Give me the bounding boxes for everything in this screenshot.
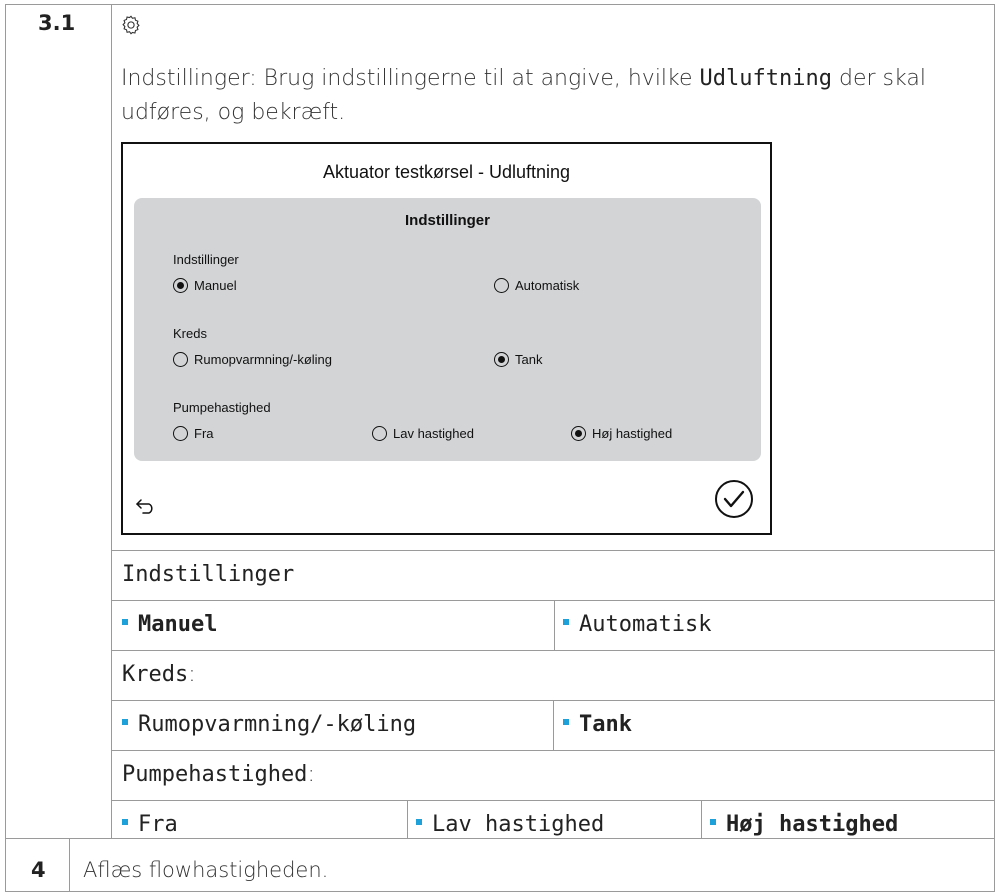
option-tank: Tank xyxy=(563,712,632,737)
screen-title: Aktuator testkørsel - Udluftning xyxy=(322,162,571,182)
radio-selected-icon xyxy=(173,278,188,293)
radio-lav-hastighed[interactable]: Lav hastighed xyxy=(372,426,474,441)
radio-unselected-icon xyxy=(494,278,509,293)
step-number: 3.1 xyxy=(38,11,76,35)
gear-icon xyxy=(122,15,140,35)
radio-rumopvarmning[interactable]: Rumopvarmning/-køling xyxy=(173,352,332,367)
bullet-icon xyxy=(563,619,569,625)
step-instruction: Aflæs flowhastigheden. xyxy=(83,858,329,882)
step-number: 4 xyxy=(31,858,46,882)
option-manuel: Manuel xyxy=(122,612,217,637)
row-divider xyxy=(111,800,995,801)
circuit-label: Kreds xyxy=(173,326,207,341)
option-hoj-hastighed: Høj hastighed xyxy=(710,812,898,837)
option-automatisk: Automatisk xyxy=(563,612,711,637)
radio-fra[interactable]: Fra xyxy=(173,426,214,441)
settings-panel: Indstillinger Indstillinger Manuel Autom… xyxy=(134,198,761,461)
row-divider xyxy=(111,600,995,601)
cell-divider xyxy=(554,600,555,650)
device-screen: Aktuator testkørsel - Udluftning Indstil… xyxy=(121,142,772,535)
radio-manuel[interactable]: Manuel xyxy=(173,278,237,293)
panel-title: Indstillinger xyxy=(404,212,490,229)
back-arrow-icon[interactable] xyxy=(135,497,157,515)
radio-tank[interactable]: Tank xyxy=(494,352,542,367)
radio-unselected-icon xyxy=(372,426,387,441)
option-rumopvarmning: Rumopvarmning/-køling xyxy=(122,712,416,737)
radio-selected-icon xyxy=(494,352,509,367)
column-divider xyxy=(111,4,112,838)
mode-label: Indstillinger xyxy=(173,252,239,267)
bullet-icon xyxy=(563,719,569,725)
bullet-icon xyxy=(122,619,128,625)
radio-unselected-icon xyxy=(173,352,188,367)
radio-unselected-icon xyxy=(173,426,188,441)
cell-divider xyxy=(701,800,702,838)
bullet-icon xyxy=(122,819,128,825)
cell-divider xyxy=(553,700,554,750)
row-divider xyxy=(111,750,995,751)
option-lav-hastighed: Lav hastighed xyxy=(416,812,604,837)
mode-header: Indstillinger xyxy=(122,562,295,587)
bullet-icon xyxy=(710,819,716,825)
highlight-term: Udluftning xyxy=(699,66,832,91)
cell-divider xyxy=(407,800,408,838)
radio-automatisk[interactable]: Automatisk xyxy=(494,278,579,293)
checkmark-circle-icon[interactable] xyxy=(714,479,754,519)
option-fra: Fra xyxy=(122,812,178,837)
bullet-icon xyxy=(122,719,128,725)
column-divider xyxy=(69,838,70,892)
circuit-header: Kreds: xyxy=(122,662,196,687)
radio-hoj-hastighed[interactable]: Høj hastighed xyxy=(571,426,672,441)
pump-label: Pumpehastighed xyxy=(173,400,271,415)
row-divider xyxy=(111,650,995,651)
step-instruction: Indstillinger: Brug indstillingerne til … xyxy=(121,66,926,125)
row-divider xyxy=(111,550,995,551)
row-divider xyxy=(5,838,995,839)
radio-selected-icon xyxy=(571,426,586,441)
pump-header: Pumpehastighed: xyxy=(122,762,315,787)
bullet-icon xyxy=(416,819,422,825)
